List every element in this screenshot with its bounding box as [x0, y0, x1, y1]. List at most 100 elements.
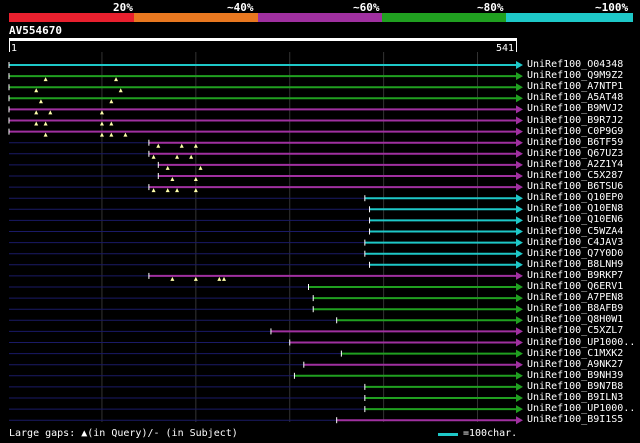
hit-arrow: [516, 294, 523, 303]
hit-label[interactable]: UniRef100_C5XZL7: [527, 325, 623, 336]
gap-marker: [170, 177, 175, 181]
hit-label[interactable]: UniRef100_C0P9G9: [527, 126, 623, 137]
hit-label[interactable]: UniRef100_B9MVJ2: [527, 103, 623, 114]
hit-label[interactable]: UniRef100_Q9M9Z2: [527, 70, 623, 81]
hit-label[interactable]: UniRef100_Q10EN6: [527, 214, 623, 225]
hit-label[interactable]: UniRef100_UP1000..: [527, 337, 635, 348]
scale-note: =100char.: [463, 428, 518, 439]
gap-marker: [193, 276, 198, 281]
hit-arrow: [516, 205, 523, 214]
hit-arrow: [516, 183, 523, 192]
gap-marker: [151, 154, 156, 159]
hit-arrow: [516, 61, 523, 69]
hit-label[interactable]: UniRef100_B9ILN3: [527, 392, 623, 403]
gap-marker: [34, 110, 39, 115]
gap-marker: [99, 121, 104, 126]
hit-arrow: [516, 316, 523, 325]
gap-marker: [34, 88, 39, 93]
gap-marker: [43, 77, 48, 82]
hit-arrow: [516, 405, 523, 414]
hit-label[interactable]: UniRef100_UP1000..: [527, 403, 635, 414]
gap-marker: [165, 188, 170, 193]
hit-label[interactable]: UniRef100_O04348: [527, 59, 623, 70]
hit-arrow: [516, 327, 523, 336]
hit-arrow: [516, 194, 523, 203]
scale-bar: [438, 433, 458, 436]
gap-marker: [118, 88, 123, 93]
hit-arrow: [516, 271, 523, 280]
hit-arrow: [516, 283, 523, 291]
gap-marker: [109, 132, 114, 137]
hit-arrow: [516, 94, 523, 103]
gap-marker: [114, 77, 119, 82]
gap-marker: [123, 132, 128, 137]
gap-marker: [217, 276, 222, 281]
hit-arrow: [516, 216, 523, 225]
hit-label[interactable]: UniRef100_B6TF59: [527, 137, 623, 148]
gap-marker: [193, 143, 198, 148]
hit-arrow: [516, 305, 523, 314]
gap-marker: [99, 110, 104, 115]
hit-arrow: [516, 160, 523, 169]
gap-marker: [48, 110, 53, 115]
gap-marker: [222, 276, 227, 281]
gap-marker: [99, 132, 104, 137]
hit-label[interactable]: UniRef100_A7PEN8: [527, 292, 623, 303]
hit-arrow: [516, 416, 523, 425]
hit-label[interactable]: UniRef100_C5WZA4: [527, 226, 623, 237]
hit-label[interactable]: UniRef100_B8LNH9: [527, 259, 623, 270]
hit-arrow: [516, 105, 523, 114]
hit-label[interactable]: UniRef100_A7NTP1: [527, 81, 623, 92]
gap-marker: [175, 154, 180, 159]
hit-label[interactable]: UniRef100_A9NK27: [527, 359, 623, 370]
gaps-note: Large gaps: ▲(in Query)/- (in Subject): [9, 428, 238, 439]
hit-label[interactable]: UniRef100_B9NH39: [527, 370, 623, 381]
hit-label[interactable]: UniRef100_B9N7B8: [527, 381, 623, 392]
hit-label[interactable]: UniRef100_Q7Y0D0: [527, 248, 623, 259]
gap-marker: [165, 165, 170, 170]
hit-arrow: [516, 83, 523, 92]
hit-arrow: [516, 382, 523, 391]
hit-arrow: [516, 116, 523, 125]
hit-label[interactable]: UniRef100_B9I1S5: [527, 414, 623, 425]
hit-label[interactable]: UniRef100_C4JAV3: [527, 237, 623, 248]
gap-marker: [179, 143, 184, 148]
gap-marker: [193, 188, 198, 193]
gap-marker: [34, 121, 39, 126]
hit-arrow: [516, 260, 523, 269]
gap-marker: [189, 154, 194, 159]
gap-marker: [109, 121, 114, 126]
hit-label[interactable]: UniRef100_Q10EP0: [527, 192, 623, 203]
hit-arrow: [516, 238, 523, 247]
hit-label[interactable]: UniRef100_B9RKP7: [527, 270, 623, 281]
hit-arrow: [516, 127, 523, 136]
gap-marker: [109, 99, 114, 104]
gap-marker: [193, 177, 198, 181]
hit-label[interactable]: UniRef100_Q67UZ3: [527, 148, 623, 159]
hit-arrow: [516, 394, 523, 402]
hit-arrow: [516, 149, 523, 158]
hit-arrow: [516, 72, 523, 81]
hit-label[interactable]: UniRef100_Q8H0W1: [527, 314, 623, 325]
hit-arrow: [516, 227, 523, 236]
hit-arrow: [516, 371, 523, 380]
hit-arrow: [516, 349, 523, 358]
gap-marker: [156, 143, 161, 148]
hit-label[interactable]: UniRef100_A5AT48: [527, 92, 623, 103]
hit-label[interactable]: UniRef100_B6TSU6: [527, 181, 623, 192]
hit-label[interactable]: UniRef100_B8AFB9: [527, 303, 623, 314]
hit-label[interactable]: UniRef100_Q6ERV1: [527, 281, 623, 292]
hit-arrow: [516, 338, 523, 347]
hit-arrow: [516, 249, 523, 258]
gap-marker: [198, 165, 203, 170]
hit-label[interactable]: UniRef100_C1MXK2: [527, 348, 623, 359]
gap-marker: [151, 188, 156, 193]
hit-arrow: [516, 172, 523, 180]
gap-marker: [175, 188, 180, 193]
hit-arrow: [516, 360, 523, 369]
hit-label[interactable]: UniRef100_B9R7J2: [527, 115, 623, 126]
gap-marker: [43, 132, 48, 137]
hit-label[interactable]: UniRef100_Q10EN8: [527, 203, 623, 214]
hit-label[interactable]: UniRef100_A2Z1Y4: [527, 159, 623, 170]
hit-label[interactable]: UniRef100_C5X287: [527, 170, 623, 181]
